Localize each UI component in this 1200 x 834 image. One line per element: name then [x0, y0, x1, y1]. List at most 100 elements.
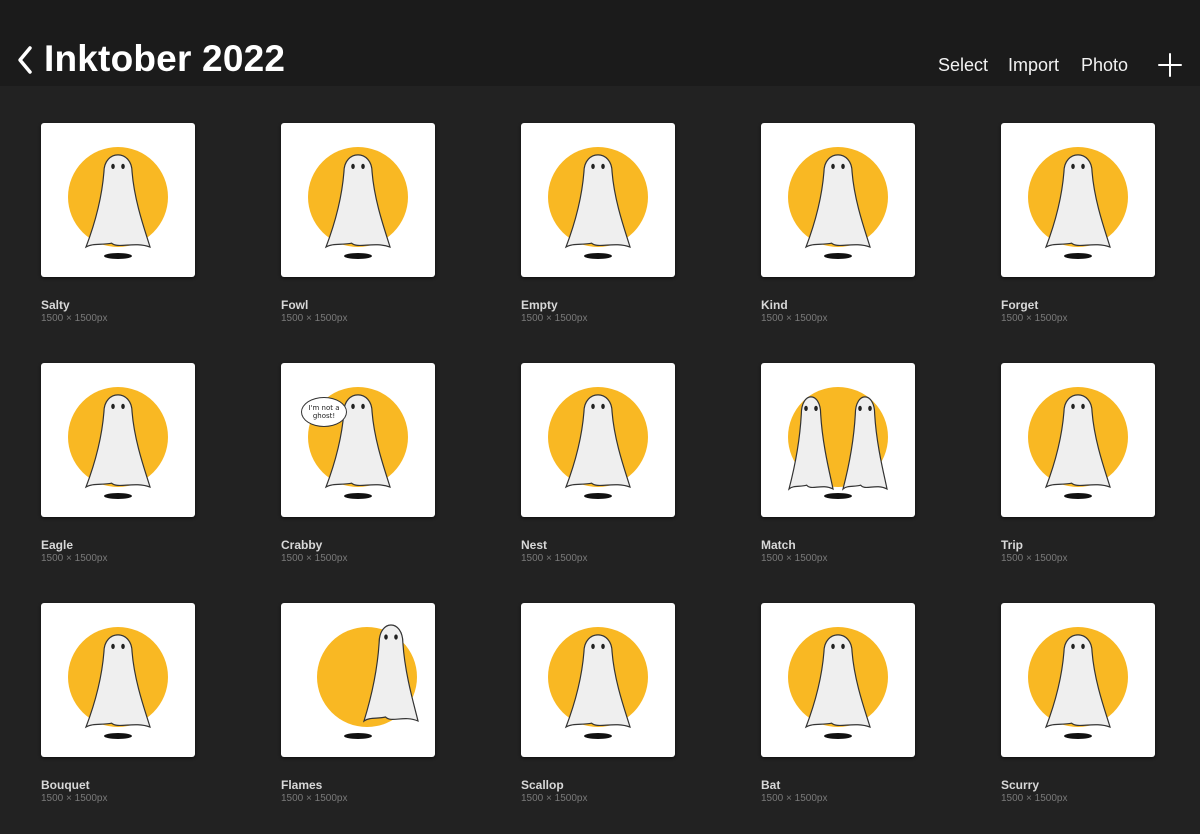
artwork-name: Eagle — [41, 538, 74, 552]
artwork-name: Scallop — [521, 778, 564, 792]
ghost-eye — [1081, 403, 1085, 409]
artwork-grid: Salty 1500 × 1500px Fowl 1500 × 1500px Empty… — [0, 86, 1200, 834]
artwork-name: Fowl — [281, 298, 309, 312]
ghost-eye — [591, 643, 595, 649]
ghost-shadow — [344, 733, 372, 739]
artwork-thumbnail[interactable] — [41, 363, 195, 517]
artwork-card[interactable]: Empty 1500 × 1500px — [521, 123, 677, 324]
ghost-shadow — [824, 493, 852, 499]
chevron-left-icon — [18, 46, 32, 74]
ghost-eye — [814, 405, 818, 411]
ghost-illustration — [788, 627, 888, 739]
artwork-dimensions: 1500 × 1500px — [1001, 793, 1068, 804]
artwork-card[interactable]: Match 1500 × 1500px — [761, 363, 917, 564]
ghost-illustration — [788, 147, 888, 259]
ghost-eye — [1071, 643, 1075, 649]
artwork-name: Forget — [1001, 298, 1039, 312]
ghost-eye — [591, 403, 595, 409]
ghost-illustration — [787, 387, 888, 499]
ghost-eye — [121, 403, 125, 409]
ghost-shadow — [584, 733, 612, 739]
ghost-eye — [121, 643, 125, 649]
artwork-card[interactable]: Kind 1500 × 1500px — [761, 123, 917, 324]
artwork-card[interactable]: Scurry 1500 × 1500px — [1001, 603, 1157, 804]
artwork-thumbnail[interactable] — [761, 603, 915, 757]
ghost-shadow — [1064, 733, 1092, 739]
artwork-thumbnail[interactable] — [281, 123, 435, 277]
ghost-illustration — [308, 147, 408, 259]
artwork-name: Match — [761, 538, 796, 552]
ghost-shadow — [584, 493, 612, 499]
ghost-illustration — [548, 627, 648, 739]
artwork-dimensions: 1500 × 1500px — [41, 313, 108, 324]
ghost-eye — [831, 643, 835, 649]
artwork-thumbnail[interactable] — [761, 363, 915, 517]
ghost-eye — [351, 163, 355, 169]
artwork-dimensions: 1500 × 1500px — [1001, 313, 1068, 324]
ghost-eye — [858, 405, 862, 411]
ghost-illustration — [548, 147, 648, 259]
artwork-dimensions: 1500 × 1500px — [761, 553, 828, 564]
ghost-shadow — [1064, 253, 1092, 259]
ghost-eye — [591, 163, 595, 169]
artwork-card[interactable]: Trip 1500 × 1500px — [1001, 363, 1157, 564]
top-bar: Inktober 2022 Select Import Photo — [0, 0, 1200, 86]
artwork-name: Scurry — [1001, 778, 1040, 792]
ghost-eye — [831, 163, 835, 169]
artwork-dimensions: 1500 × 1500px — [761, 793, 828, 804]
photo-button[interactable]: Photo — [1081, 55, 1128, 76]
artwork-name: Flames — [281, 778, 323, 792]
add-button[interactable] — [1157, 52, 1183, 78]
artwork-name: Crabby — [281, 538, 323, 552]
artwork-thumbnail[interactable] — [281, 603, 435, 757]
artwork-card[interactable]: Forget 1500 × 1500px — [1001, 123, 1157, 324]
artwork-card[interactable]: Bouquet 1500 × 1500px — [41, 603, 197, 804]
artwork-card[interactable]: Scallop 1500 × 1500px — [521, 603, 677, 804]
ghost-shadow — [1064, 493, 1092, 499]
artwork-card[interactable]: I'm not a ghost! Crabby 1500 × 1500px — [281, 363, 437, 564]
artwork-name: Nest — [521, 538, 548, 552]
select-button[interactable]: Select — [938, 55, 988, 76]
artwork-thumbnail[interactable] — [761, 123, 915, 277]
ghost-eye — [361, 163, 365, 169]
plus-icon — [1158, 53, 1182, 77]
artwork-thumbnail[interactable] — [41, 603, 195, 757]
ghost-shadow — [584, 253, 612, 259]
import-button[interactable]: Import — [1008, 55, 1059, 76]
artwork-thumbnail[interactable] — [1001, 603, 1155, 757]
ghost-illustration — [68, 387, 168, 499]
artwork-name: Kind — [761, 298, 788, 312]
artwork-dimensions: 1500 × 1500px — [41, 793, 108, 804]
ghost-shadow — [824, 733, 852, 739]
artwork-thumbnail[interactable] — [521, 603, 675, 757]
artwork-dimensions: 1500 × 1500px — [521, 553, 588, 564]
ghost-shadow — [344, 493, 372, 499]
ghost-eye — [394, 634, 398, 640]
ghost-illustration — [308, 387, 408, 499]
artwork-name: Bat — [761, 778, 781, 792]
artwork-dimensions: 1500 × 1500px — [281, 793, 348, 804]
artwork-thumbnail[interactable] — [521, 123, 675, 277]
ghost-eye — [804, 405, 808, 411]
artwork-name: Bouquet — [41, 778, 90, 792]
ghost-eye — [601, 403, 605, 409]
artwork-card[interactable]: Bat 1500 × 1500px — [761, 603, 917, 804]
ghost-eye — [841, 643, 845, 649]
artwork-thumbnail[interactable] — [41, 123, 195, 277]
artwork-thumbnail[interactable] — [521, 363, 675, 517]
ghost-shadow — [104, 493, 132, 499]
ghost-illustration — [1028, 387, 1128, 499]
artwork-dimensions: 1500 × 1500px — [761, 313, 828, 324]
artwork-card[interactable]: Fowl 1500 × 1500px — [281, 123, 437, 324]
artwork-thumbnail[interactable]: I'm not a ghost! — [281, 363, 435, 517]
ghost-illustration — [68, 627, 168, 739]
ghost-eye — [121, 163, 125, 169]
artwork-card[interactable]: Flames 1500 × 1500px — [281, 603, 437, 804]
artwork-thumbnail[interactable] — [1001, 123, 1155, 277]
artwork-card[interactable]: Salty 1500 × 1500px — [41, 123, 197, 324]
artwork-thumbnail[interactable] — [1001, 363, 1155, 517]
back-button[interactable] — [14, 40, 40, 80]
artwork-card[interactable]: Eagle 1500 × 1500px — [41, 363, 197, 564]
artwork-card[interactable]: Nest 1500 × 1500px — [521, 363, 677, 564]
ghost-eye — [601, 643, 605, 649]
